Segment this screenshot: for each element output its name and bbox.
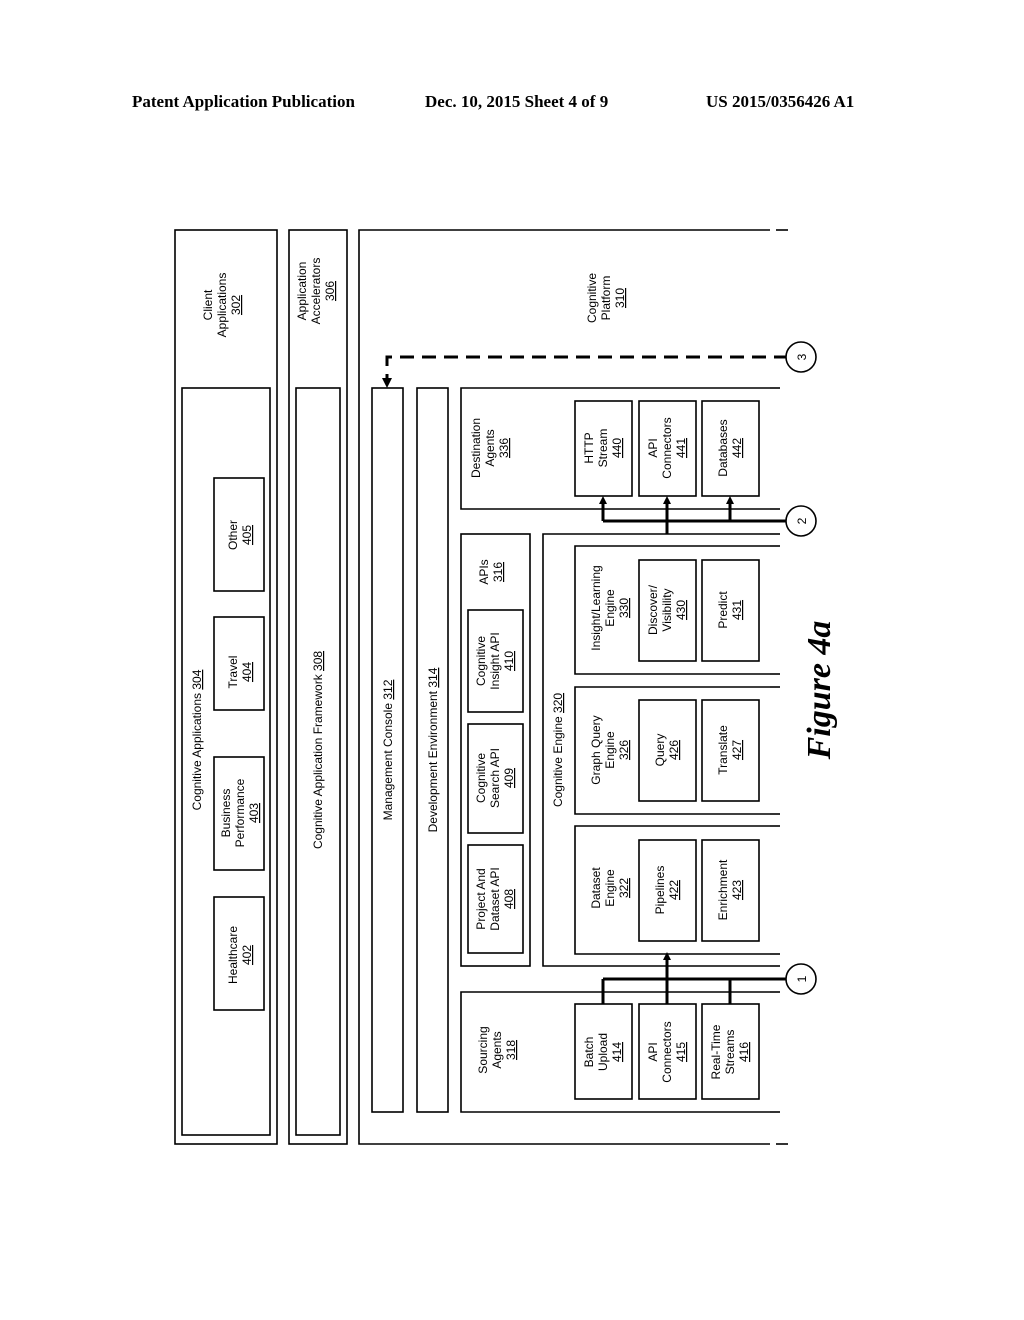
insight-learning-engine-label: Insight/LearningEngine330	[589, 565, 631, 650]
dest-api-connectors-label: APIConnectors441	[646, 417, 688, 478]
cognitive-app-travel-label: Travel404	[226, 656, 254, 689]
dest-http-stream-label: HTTPStream440	[582, 429, 624, 468]
cognitive-app-other-label: Other405	[226, 520, 254, 550]
connector-2-lines	[599, 496, 788, 534]
cognitive-app-healthcare-label: Healthcare402	[226, 926, 254, 984]
connector-1-lines	[601, 952, 788, 1004]
source-api-connectors-label: APIConnectors415	[646, 1021, 688, 1082]
management-console-label: Management Console 312	[381, 679, 395, 820]
connector-3-dashed-line	[385, 355, 788, 380]
api-410-label: CognitiveInsight API410	[474, 632, 516, 689]
enrichment-label: Enrichment423	[716, 859, 744, 920]
pipelines-label: Pipelines422	[653, 866, 681, 915]
sourcing-agents-label: SourcingAgents318	[476, 1026, 518, 1073]
development-environment-label: Development Environment 314	[426, 667, 440, 832]
predict-label: Predict431	[716, 591, 744, 629]
dest-databases-label: Databases442	[716, 419, 744, 476]
destination-agents-label: DestinationAgents336	[469, 418, 511, 478]
source-real-time-streams-label: Real-TimeStreams416	[709, 1024, 751, 1079]
console-arrowhead	[382, 378, 392, 388]
architecture-diagram: 1 2 3 ClientApplications302 Cognitive Appli…	[174, 229, 838, 1145]
cognitive-applications-label: Cognitive Applications 304	[190, 669, 204, 810]
figure-label: Figure 4a	[801, 621, 838, 761]
api-408-label: Project AndDataset API408	[474, 867, 516, 930]
cognitive-engine-label: Cognitive Engine 320	[551, 693, 565, 807]
connector-number-1: 1	[795, 975, 809, 982]
api-409-label: CognitiveSearch API409	[474, 748, 516, 808]
connector-number-2: 2	[795, 517, 809, 524]
translate-label: Translate427	[716, 725, 744, 775]
cognitive-app-business-label: BusinessPerformance403	[219, 778, 261, 847]
connector-number-3: 3	[795, 353, 809, 360]
query-label: Query426	[653, 734, 681, 767]
dataset-engine-label: DatasetEngine322	[589, 867, 631, 909]
apis-label: APIs316	[477, 559, 505, 584]
cognitive-platform-label: CognitivePlatform310	[585, 273, 627, 323]
discover-visibility-label: Discover/Visibility430	[646, 584, 688, 635]
graph-query-engine-label: Graph QueryEngine326	[589, 715, 631, 784]
source-batch-upload-label: BatchUpload414	[582, 1033, 624, 1071]
client-applications-label: ClientApplications302	[201, 273, 243, 338]
cognitive-application-framework-label: Cognitive Application Framework 308	[311, 651, 325, 849]
application-accelerators-label: ApplicationAccelerators306	[295, 258, 337, 325]
